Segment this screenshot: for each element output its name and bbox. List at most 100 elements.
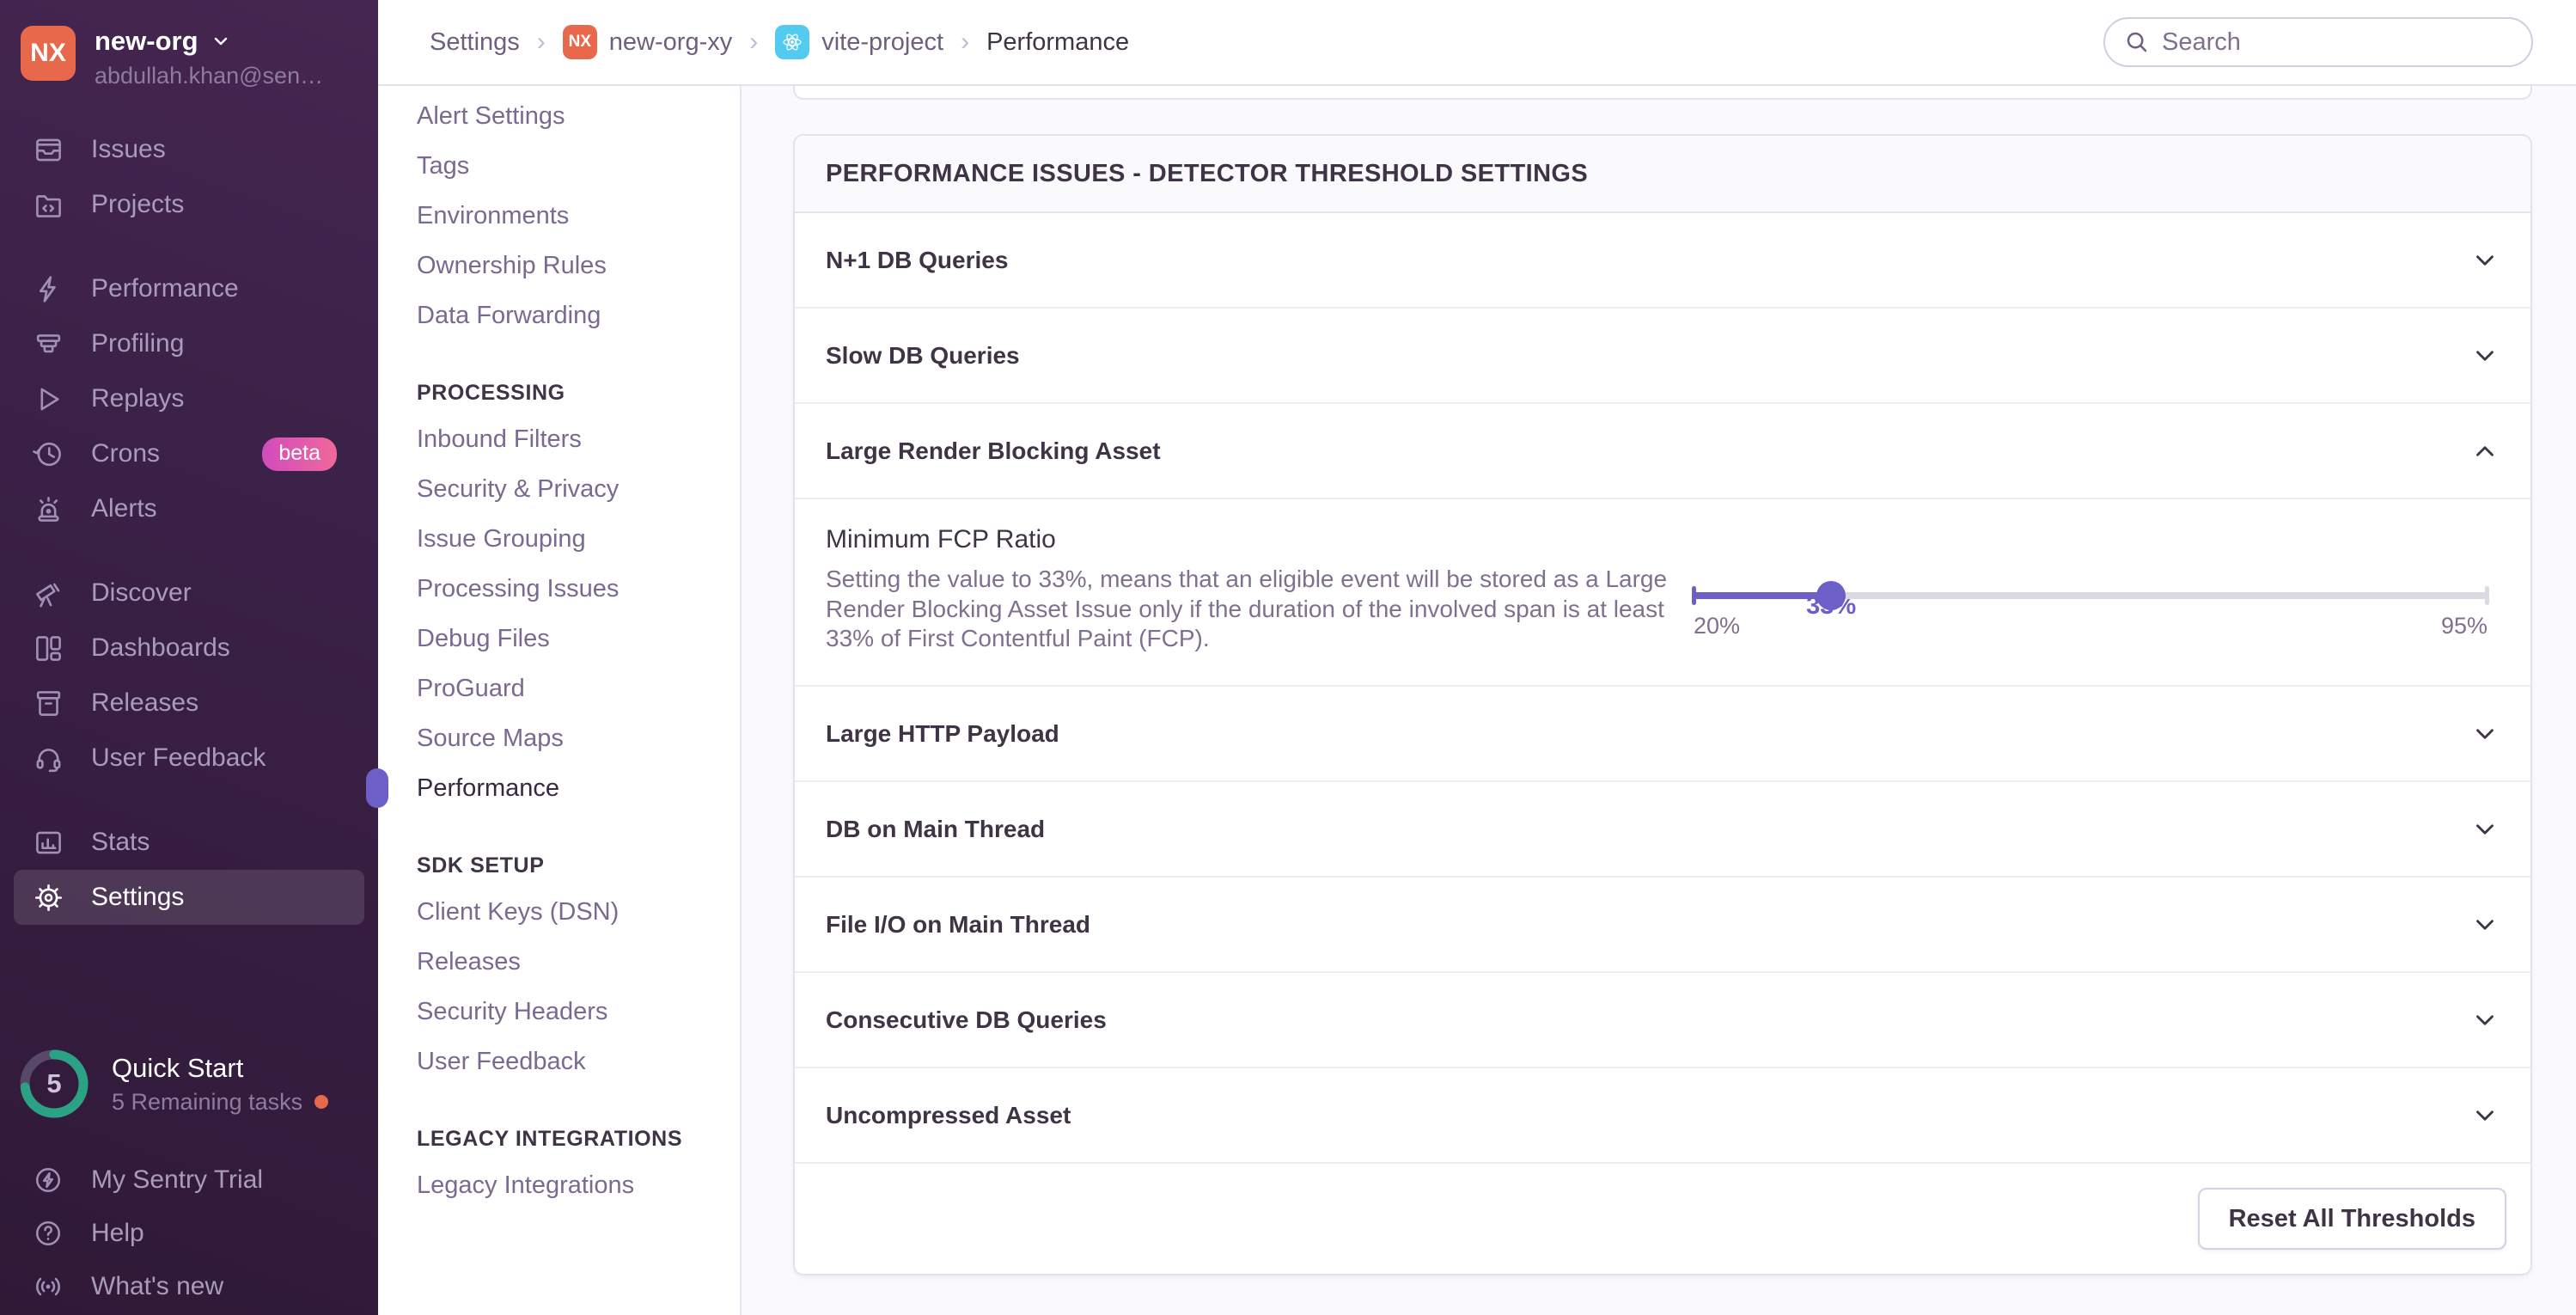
sidebar-item-user-feedback[interactable]: User Feedback (14, 731, 364, 786)
settings-nav-item-source-maps[interactable]: Source Maps (417, 713, 714, 763)
replays-icon (29, 380, 67, 418)
sidebar-item-label: User Feedback (91, 743, 266, 772)
trial-icon (29, 1161, 67, 1199)
sidebar-item-my-sentry-trial[interactable]: My Sentry Trial (14, 1153, 364, 1207)
breadcrumb-organization[interactable]: NX new-org-xy (562, 25, 732, 59)
slider-track[interactable] (1692, 581, 2489, 610)
slider-thumb[interactable] (1816, 581, 1847, 610)
chevron-down-icon (2470, 1006, 2500, 1035)
sidebar-item-whats-new[interactable]: What's new (14, 1260, 364, 1313)
beta-badge: beta (262, 437, 337, 471)
org-switcher[interactable]: NX new-org abdullah.khan@sen… (14, 22, 364, 93)
notification-dot (314, 1095, 329, 1109)
accordion-row-file-io-on-main-thread[interactable]: File I/O on Main Thread (795, 878, 2530, 974)
settings-nav-section-sdk-setup: SDK SETUP (417, 853, 545, 878)
chevron-down-icon (2470, 1101, 2500, 1130)
accordion-row-large-http-payload[interactable]: Large HTTP Payload (795, 687, 2530, 783)
discover-icon (29, 574, 67, 612)
settings-nav-section-processing: PROCESSING (417, 380, 565, 405)
sidebar-item-label: Profiling (91, 329, 185, 358)
sidebar-item-label: Settings (91, 883, 185, 911)
sidebar-item-replays[interactable]: Replays (14, 371, 364, 426)
sidebar-item-label: Projects (91, 190, 185, 218)
detector-threshold-panel: PERFORMANCE ISSUES - DETECTOR THRESHOLD … (793, 134, 2532, 1276)
sidebar-item-stats[interactable]: Stats (14, 815, 364, 870)
issues-icon (29, 131, 67, 168)
sidebar-item-label: Discover (91, 578, 192, 607)
accordion-row-n1-db-queries[interactable]: N+1 DB Queries (795, 213, 2530, 309)
reset-all-thresholds-button[interactable]: Reset All Thresholds (2197, 1188, 2506, 1251)
settings-nav-item-tags[interactable]: Tags (417, 141, 714, 191)
nx-project-icon: NX (562, 25, 597, 59)
settings-nav-item-debug-files[interactable]: Debug Files (417, 614, 714, 664)
sidebar-item-help[interactable]: Help (14, 1207, 364, 1260)
accordion-row-uncompressed-asset[interactable]: Uncompressed Asset (795, 1068, 2530, 1165)
sidebar-item-alerts[interactable]: Alerts (14, 481, 364, 536)
breadcrumb-settings[interactable]: Settings (430, 28, 520, 57)
sidebar-item-discover[interactable]: Discover (14, 566, 364, 621)
accordion-row-db-on-main-thread[interactable]: DB on Main Thread (795, 782, 2530, 878)
react-project-icon (775, 25, 810, 59)
settings-nav-item-proguard[interactable]: ProGuard (417, 664, 714, 713)
settings-nav-item-client-keys[interactable]: Client Keys (DSN) (417, 887, 714, 937)
quickstart-progress-ring: 5 (19, 1049, 89, 1119)
chevron-right-icon: › (749, 28, 759, 56)
setting-label: Minimum FCP Ratio (826, 525, 1056, 554)
sidebar-item-label: Performance (91, 274, 239, 303)
sidebar-item-releases[interactable]: Releases (14, 676, 364, 731)
releases-icon (29, 684, 67, 722)
settings-nav-item-data-forwarding[interactable]: Data Forwarding (417, 291, 714, 340)
accordion-row-consecutive-db-queries[interactable]: Consecutive DB Queries (795, 973, 2530, 1069)
chevron-down-icon (2470, 246, 2500, 275)
settings-icon (29, 878, 67, 916)
slider-fill (1694, 592, 1832, 599)
stats-icon (29, 823, 67, 861)
sidebar-item-issues[interactable]: Issues (14, 122, 364, 177)
chevron-down-icon (211, 31, 231, 52)
settings-nav-item-releases[interactable]: Releases (417, 937, 714, 987)
slider-min-label: 20% (1694, 613, 1741, 639)
settings-nav-item-ownership-rules[interactable]: Ownership Rules (417, 241, 714, 291)
quickstart-count: 5 (46, 1068, 62, 1098)
settings-nav-item-alert-settings[interactable]: Alert Settings (417, 91, 714, 141)
sidebar-item-performance[interactable]: Performance (14, 261, 364, 316)
breadcrumb-project[interactable]: vite-project (775, 25, 943, 59)
settings-nav-item-security-privacy[interactable]: Security & Privacy (417, 464, 714, 514)
chevron-right-icon: › (536, 28, 546, 56)
sidebar-item-label: What's new (91, 1272, 224, 1300)
accordion-row-slow-db-queries[interactable]: Slow DB Queries (795, 309, 2530, 404)
org-name: new-org (95, 26, 198, 56)
search-icon (2127, 32, 2147, 52)
settings-nav-item-security-headers[interactable]: Security Headers (417, 987, 714, 1037)
org-avatar: NX (21, 26, 76, 81)
sidebar-item-label: Help (91, 1219, 144, 1247)
settings-nav-item-processing-issues[interactable]: Processing Issues (417, 564, 714, 614)
quickstart-subtitle: 5 Remaining tasks (112, 1088, 303, 1115)
search-input[interactable] (2162, 28, 2512, 57)
sidebar-item-projects[interactable]: Projects (14, 177, 364, 232)
settings-nav-item-issue-grouping[interactable]: Issue Grouping (417, 514, 714, 564)
chevron-down-icon (2470, 910, 2500, 939)
panel-footer: Reset All Thresholds (795, 1164, 2530, 1274)
chevron-up-icon (2470, 437, 2500, 466)
chevron-down-icon (2470, 815, 2500, 844)
accordion-row-large-render-blocking-asset[interactable]: Large Render Blocking Asset (795, 404, 2530, 499)
sidebar-item-label: Stats (91, 828, 150, 856)
chevron-right-icon: › (961, 28, 970, 56)
settings-nav-item-inbound-filters[interactable]: Inbound Filters (417, 414, 714, 464)
search-box[interactable] (2103, 17, 2533, 67)
settings-nav-item-performance[interactable]: Performance (417, 763, 714, 813)
settings-nav-item-legacy-integrations[interactable]: Legacy Integrations (417, 1160, 714, 1210)
sidebar-item-profiling[interactable]: Profiling (14, 316, 364, 371)
help-icon (29, 1214, 67, 1252)
sidebar-item-label: My Sentry Trial (91, 1165, 264, 1194)
quickstart-panel[interactable]: 5 Quick Start 5 Remaining tasks (14, 1049, 364, 1119)
org-email: abdullah.khan@sen… (95, 63, 324, 89)
top-header: Settings › NX new-org-xy › vite-project … (378, 0, 2576, 86)
large-render-blocking-asset-detail: Minimum FCP Ratio Setting the value to 3… (795, 499, 2530, 688)
sidebar-item-dashboards[interactable]: Dashboards (14, 621, 364, 676)
sidebar-item-settings[interactable]: Settings (14, 870, 364, 925)
sidebar-item-crons[interactable]: Crons beta (14, 426, 364, 481)
settings-nav-item-environments[interactable]: Environments (417, 191, 714, 241)
settings-nav-item-user-feedback[interactable]: User Feedback (417, 1037, 714, 1086)
